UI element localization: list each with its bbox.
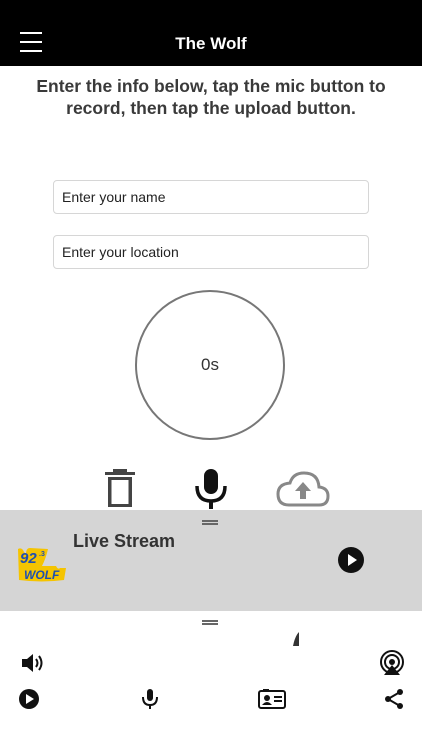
volume-icon[interactable] bbox=[20, 651, 46, 675]
airplay-icon[interactable] bbox=[378, 650, 406, 676]
instructions-text: Enter the info below, tap the mic button… bbox=[36, 76, 386, 118]
page-title: The Wolf bbox=[175, 34, 247, 53]
play-icon[interactable] bbox=[18, 688, 40, 710]
name-input[interactable] bbox=[53, 180, 369, 214]
audio-level-icon bbox=[293, 632, 299, 646]
microphone-icon[interactable] bbox=[194, 468, 228, 510]
svg-text:WOLF: WOLF bbox=[24, 568, 60, 582]
drag-handle-icon[interactable] bbox=[202, 620, 218, 625]
station-logo: 92 .3 WOLF bbox=[18, 548, 66, 582]
svg-text:92: 92 bbox=[20, 550, 37, 567]
trash-icon[interactable] bbox=[104, 468, 136, 508]
svg-text:.3: .3 bbox=[39, 551, 45, 558]
top-bar: The Wolf bbox=[0, 0, 422, 66]
microphone-icon[interactable] bbox=[141, 688, 159, 710]
contact-card-icon[interactable] bbox=[258, 688, 286, 710]
elapsed-time: 0s bbox=[201, 355, 219, 374]
drag-handle-icon[interactable] bbox=[202, 520, 218, 525]
location-input[interactable] bbox=[53, 235, 369, 269]
share-icon[interactable] bbox=[383, 688, 405, 710]
cloud-upload-icon[interactable] bbox=[276, 470, 330, 508]
recording-timer-circle: 0s bbox=[135, 290, 285, 440]
play-icon[interactable] bbox=[338, 547, 364, 573]
live-stream-label: Live Stream bbox=[73, 531, 176, 551]
